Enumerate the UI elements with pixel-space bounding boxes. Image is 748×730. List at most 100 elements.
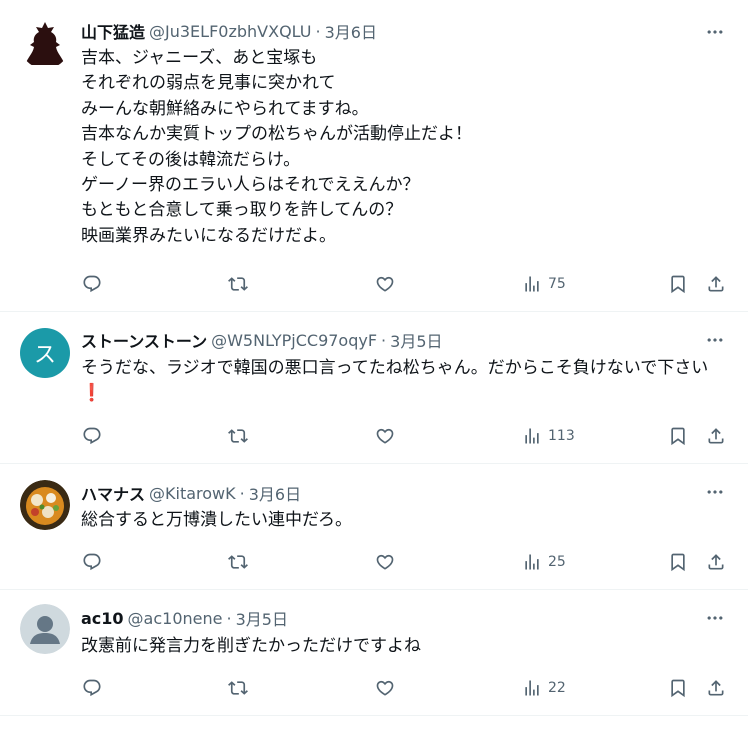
- views-count: 22: [548, 680, 566, 696]
- bookmark-button[interactable]: [668, 550, 688, 574]
- reply-button[interactable]: [82, 550, 102, 574]
- tweet-text: 総合すると万博潰したい連中だろ。: [81, 508, 721, 533]
- reply-button[interactable]: [82, 424, 102, 448]
- retweet-icon: [228, 552, 248, 572]
- retweet-button[interactable]: [228, 676, 248, 700]
- retweet-icon: [228, 426, 248, 446]
- share-button[interactable]: [706, 424, 726, 448]
- tweet-text-line: 映画業界みたいになるだけだよ。: [81, 225, 336, 246]
- bookmark-icon: [668, 678, 688, 698]
- avatar-letter: ス: [33, 343, 56, 368]
- bookmark-icon: [668, 274, 688, 294]
- tweet-date[interactable]: 3月5日: [390, 328, 442, 352]
- heart-icon: [375, 552, 395, 572]
- retweet-button[interactable]: [228, 550, 248, 574]
- like-button[interactable]: [375, 550, 395, 574]
- tweet-text: 吉本、ジャニーズ、あと宝塚も それぞれの弱点を見事に突かれて みーんな朝鮮絡みに…: [81, 46, 721, 249]
- retweet-button[interactable]: [228, 272, 248, 296]
- analytics-icon: [522, 274, 542, 294]
- tweet-2[interactable]: ス ストーンストーン @W5NLYPjCC97oqyF · 3月5日 そうだな、…: [0, 312, 748, 464]
- default-user-icon[interactable]: [20, 604, 70, 654]
- bookmark-button[interactable]: [668, 424, 688, 448]
- more-options-button[interactable]: [704, 607, 726, 629]
- reply-button[interactable]: [82, 272, 102, 296]
- share-icon: [706, 678, 726, 698]
- user-name[interactable]: ハマナス: [81, 481, 145, 505]
- separator-dot: ·: [315, 21, 321, 41]
- tweet-date[interactable]: 3月6日: [249, 481, 301, 505]
- views-count: 113: [548, 428, 575, 444]
- tweet-text: 改憲前に発言力を削ぎたかっただけですよね: [81, 634, 721, 659]
- more-options-button[interactable]: [704, 21, 726, 43]
- user-handle[interactable]: @Ju3ELF0zbhVXQLU: [149, 22, 311, 41]
- tweet-text-line: それぞれの弱点を見事に突かれて: [81, 73, 336, 94]
- separator-dot: ·: [239, 483, 245, 503]
- share-button[interactable]: [706, 676, 726, 700]
- exclamation-emoji: ❗: [81, 383, 103, 404]
- analytics-icon: [522, 552, 542, 572]
- user-handle[interactable]: @KitarowK: [149, 484, 236, 503]
- share-button[interactable]: [706, 550, 726, 574]
- heart-icon: [375, 678, 395, 698]
- tweet-text-content: 改憲前に発言力を削ぎたかっただけですよね: [81, 636, 421, 656]
- retweet-icon: [228, 678, 248, 698]
- user-name[interactable]: ac10: [81, 609, 124, 628]
- views-count: 75: [548, 276, 566, 292]
- user-name[interactable]: 山下猛造: [81, 19, 145, 43]
- tweet-text: そうだな、ラジオで韓国の悪口言ってたね松ちゃん。だからこそ負けないで下さい ❗: [81, 356, 721, 407]
- tweet-3[interactable]: ハマナス @KitarowK · 3月6日 総合すると万博潰したい連中だろ。 2…: [0, 464, 748, 590]
- tweet-date[interactable]: 3月5日: [236, 606, 288, 630]
- reply-icon: [82, 678, 102, 698]
- reply-icon: [82, 552, 102, 572]
- tweet-text-line: みーんな朝鮮絡みにやられてますね。: [81, 98, 369, 119]
- share-icon: [706, 426, 726, 446]
- user-handle[interactable]: @ac10nene: [128, 609, 223, 628]
- views-button[interactable]: 113: [522, 424, 575, 448]
- tweet-4[interactable]: ac10 @ac10nene · 3月5日 改憲前に発言力を削ぎたかっただけです…: [0, 590, 748, 716]
- bookmark-icon: [668, 426, 688, 446]
- user-handle[interactable]: @W5NLYPjCC97oqyF: [211, 331, 377, 350]
- heart-icon: [375, 426, 395, 446]
- like-button[interactable]: [375, 272, 395, 296]
- retweet-button[interactable]: [228, 424, 248, 448]
- separator-dot: ·: [381, 330, 387, 350]
- tweet-text-line: 吉本、ジャニーズ、あと宝塚も: [81, 48, 318, 68]
- tweet-text-line: 吉本なんか実質トップの松ちゃんが活動停止だよ！: [81, 124, 472, 145]
- more-options-button[interactable]: [704, 329, 726, 351]
- tweet-header: ストーンストーン @W5NLYPjCC97oqyF · 3月5日: [81, 328, 443, 352]
- views-button[interactable]: 75: [522, 272, 566, 296]
- user-name[interactable]: ストーンストーン: [81, 328, 207, 352]
- like-button[interactable]: [375, 676, 395, 700]
- avatar[interactable]: ス: [20, 328, 70, 378]
- tweet-text-line: もともと合意して乗っ取りを許してんの？: [81, 200, 403, 221]
- analytics-icon: [522, 426, 542, 446]
- bookmark-button[interactable]: [668, 676, 688, 700]
- reply-button[interactable]: [82, 676, 102, 700]
- heart-icon: [375, 274, 395, 294]
- like-button[interactable]: [375, 424, 395, 448]
- tweet-text-content: そうだな、ラジオで韓国の悪口言ってたね松ちゃん。だからこそ負けないで下さい: [81, 358, 709, 378]
- share-button[interactable]: [706, 272, 726, 296]
- food-photo-icon[interactable]: [20, 480, 70, 530]
- tweet-text-line: そしてその後は韓流だらけ。: [81, 149, 301, 170]
- bookmark-button[interactable]: [668, 272, 688, 296]
- tweet-1[interactable]: 山下猛造 @Ju3ELF0zbhVXQLU · 3月6日 吉本、ジャニーズ、あと…: [0, 0, 748, 312]
- action-bar: 75: [0, 272, 748, 296]
- action-bar: 113: [0, 424, 748, 448]
- reply-icon: [82, 426, 102, 446]
- tweet-header: ハマナス @KitarowK · 3月6日: [81, 481, 301, 505]
- tweet-date[interactable]: 3月6日: [325, 19, 377, 43]
- tweet-text-content: 総合すると万博潰したい連中だろ。: [81, 510, 352, 530]
- views-button[interactable]: 22: [522, 676, 566, 700]
- reply-icon: [82, 274, 102, 294]
- samurai-silhouette-icon[interactable]: [20, 19, 70, 69]
- separator-dot: ·: [226, 608, 232, 628]
- views-button[interactable]: 25: [522, 550, 566, 574]
- share-icon: [706, 552, 726, 572]
- share-icon: [706, 274, 726, 294]
- action-bar: 22: [0, 676, 748, 700]
- reply-feed: 山下猛造 @Ju3ELF0zbhVXQLU · 3月6日 吉本、ジャニーズ、あと…: [0, 0, 748, 730]
- tweet-header: ac10 @ac10nene · 3月5日: [81, 606, 288, 630]
- views-count: 25: [548, 554, 566, 570]
- more-options-button[interactable]: [704, 481, 726, 503]
